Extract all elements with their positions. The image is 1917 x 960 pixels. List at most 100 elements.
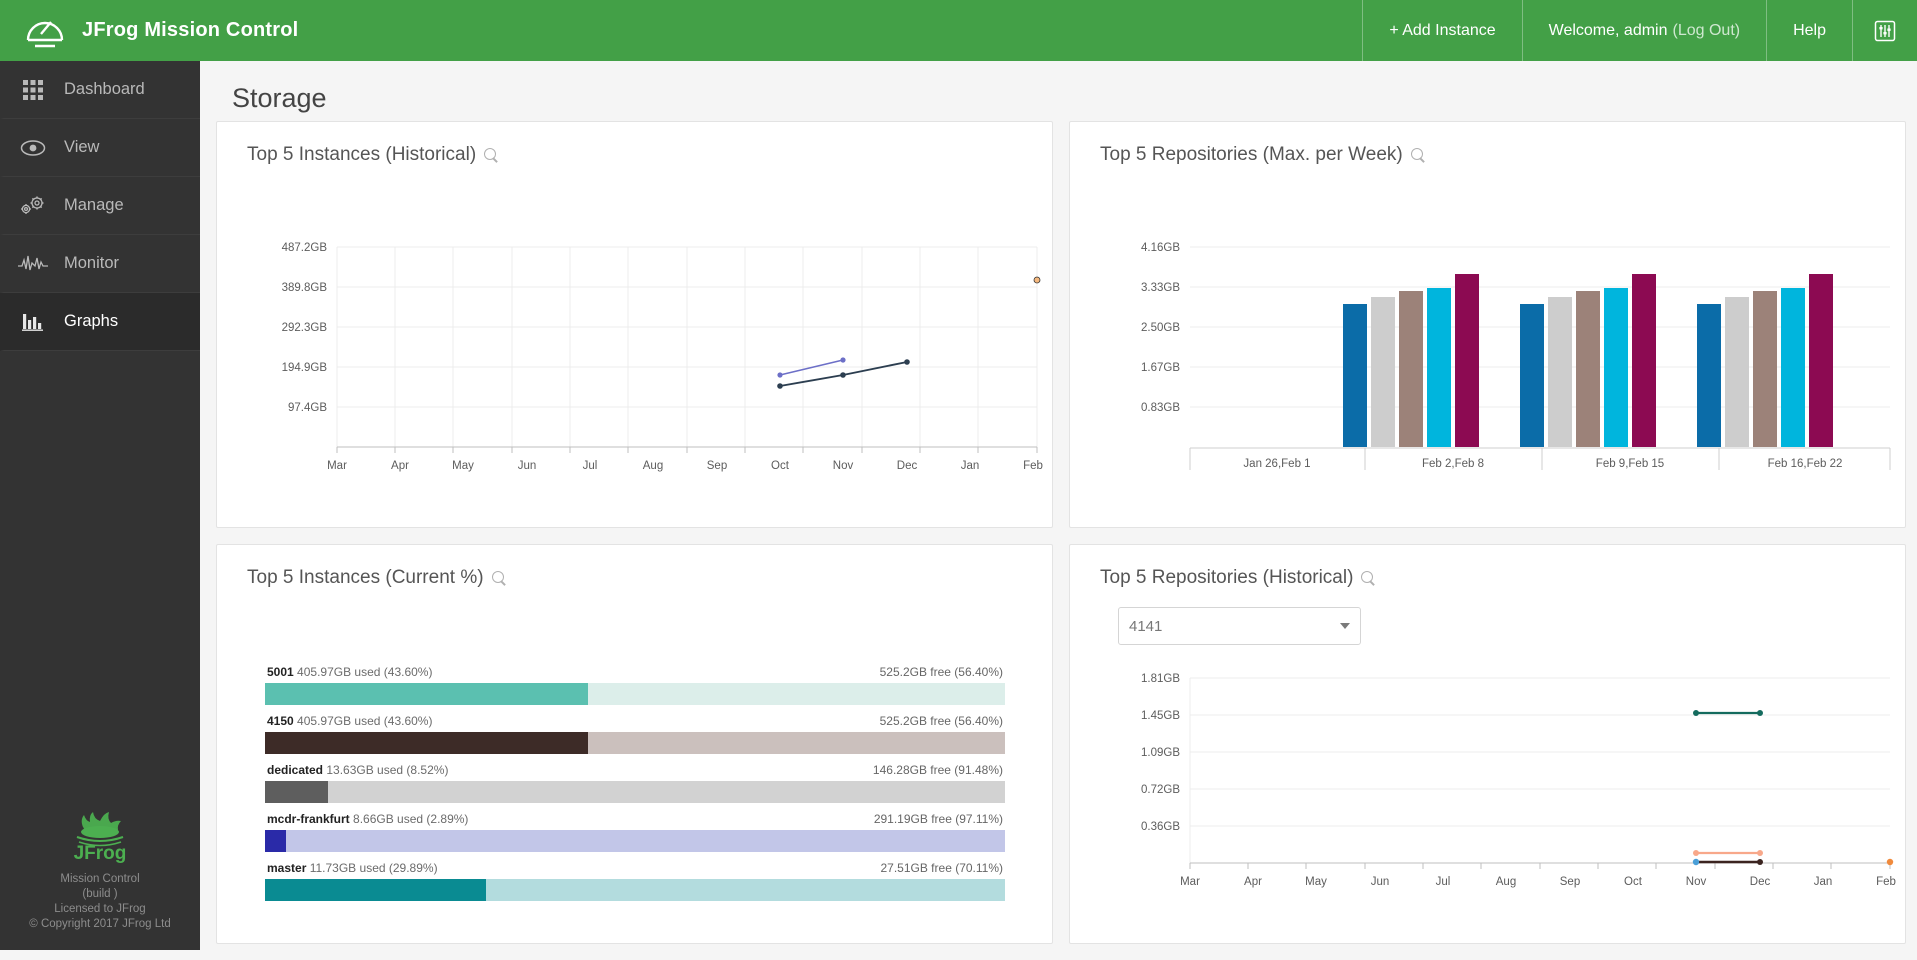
usage-row-free: 27.51GB free (70.11%): [880, 861, 1003, 875]
card-instances-historical: Top 5 Instances (Historical): [216, 121, 1053, 528]
card-title-text: Top 5 Repositories (Max. per Week): [1100, 144, 1403, 166]
usage-row-used: 13.63GB used (8.52%): [326, 763, 448, 777]
usage-row[interactable]: master 11.73GB used (29.89%) 27.51GB fre…: [265, 861, 1005, 901]
svg-text:Jan: Jan: [1814, 876, 1833, 888]
svg-text:Jan: Jan: [961, 460, 980, 472]
svg-text:Oct: Oct: [771, 460, 790, 472]
svg-text:3.33GB: 3.33GB: [1141, 282, 1180, 294]
card-title-text: Top 5 Repositories (Historical): [1100, 567, 1353, 589]
usage-track: [265, 683, 1005, 705]
chart-instances-historical: 487.2GB 389.8GB 292.3GB 194.9GB 97.4GB: [247, 232, 1047, 497]
svg-text:1.67GB: 1.67GB: [1141, 362, 1180, 374]
series-orange: [1034, 277, 1040, 283]
svg-text:4.16GB: 4.16GB: [1141, 242, 1180, 254]
card-instances-current: Top 5 Instances (Current %) 5001 405.97G…: [216, 544, 1053, 944]
magnifier-icon[interactable]: [1361, 571, 1376, 586]
sidebar-item-label: View: [64, 138, 99, 157]
usage-track: [265, 781, 1005, 803]
card-title: Top 5 Repositories (Historical): [1070, 545, 1905, 589]
usage-row-labels: dedicated 13.63GB used (8.52%) 146.28GB …: [265, 763, 1005, 781]
footer-copyright: © Copyright 2017 JFrog Ltd: [0, 917, 200, 932]
svg-text:97.4GB: 97.4GB: [288, 402, 327, 414]
chart-repos-weekly: 4.16GB 3.33GB 2.50GB 1.67GB 0.83GB: [1100, 232, 1900, 497]
svg-text:Apr: Apr: [1244, 876, 1262, 888]
usage-row-free: 291.19GB free (97.11%): [874, 812, 1003, 826]
svg-text:389.8GB: 389.8GB: [282, 282, 328, 294]
page-title: Storage: [200, 61, 1917, 114]
card-title: Top 5 Repositories (Max. per Week): [1070, 122, 1905, 166]
top-nav: + Add Instance Welcome, admin (Log Out) …: [1362, 0, 1917, 61]
usage-row[interactable]: 4150 405.97GB used (43.60%) 525.2GB free…: [265, 714, 1005, 754]
svg-text:Jun: Jun: [1371, 876, 1390, 888]
svg-text:1.81GB: 1.81GB: [1141, 673, 1180, 685]
svg-text:0.72GB: 0.72GB: [1141, 784, 1180, 796]
eye-icon: [18, 135, 48, 161]
footer-build: (build ): [0, 887, 200, 902]
sidebar-item-dashboard[interactable]: Dashboard: [0, 61, 200, 119]
card-repos-weekly: Top 5 Repositories (Max. per Week) 4.16G…: [1069, 121, 1906, 528]
main-content: Storage Top 5 Instances (Historical): [200, 61, 1917, 950]
usage-row-free: 146.28GB free (91.48%): [873, 763, 1003, 777]
svg-text:194.9GB: 194.9GB: [282, 362, 328, 374]
sidebar-item-graphs[interactable]: Graphs: [0, 293, 200, 351]
usage-row[interactable]: mcdr-frankfurt 8.66GB used (2.89%) 291.1…: [265, 812, 1005, 852]
add-instance-button[interactable]: + Add Instance: [1362, 0, 1521, 61]
svg-text:487.2GB: 487.2GB: [282, 242, 328, 254]
speedometer-icon: [24, 10, 66, 52]
usage-row-labels: master 11.73GB used (29.89%) 27.51GB fre…: [265, 861, 1005, 879]
top-bar: JFrog Mission Control + Add Instance Wel…: [0, 0, 1917, 61]
svg-text:0.83GB: 0.83GB: [1141, 402, 1180, 414]
svg-text:Feb: Feb: [1023, 460, 1043, 472]
sidebar-item-manage[interactable]: Manage: [0, 177, 200, 235]
series-blue-dot: [1693, 859, 1699, 865]
svg-text:Feb 9,Feb 15: Feb 9,Feb 15: [1596, 458, 1664, 470]
brand[interactable]: JFrog Mission Control: [0, 0, 1362, 61]
svg-text:Jun: Jun: [518, 460, 537, 472]
usage-row-used: 405.97GB used (43.60%): [297, 714, 432, 728]
svg-text:0.36GB: 0.36GB: [1141, 821, 1180, 833]
svg-text:Sep: Sep: [707, 460, 727, 472]
chevron-down-icon: [1340, 623, 1350, 629]
bar-group: [1343, 274, 1479, 447]
gears-icon: [18, 193, 48, 219]
bar-chart-icon: [18, 309, 48, 335]
series-dark: [777, 359, 910, 389]
usage-track: [265, 879, 1005, 901]
brand-title: JFrog Mission Control: [82, 19, 298, 42]
usage-row-name: 5001: [267, 665, 294, 679]
svg-text:Apr: Apr: [391, 460, 409, 472]
svg-text:1.45GB: 1.45GB: [1141, 710, 1180, 722]
usage-fill: [265, 781, 328, 803]
logout-link[interactable]: (Log Out): [1673, 22, 1741, 40]
grid-icon: [18, 77, 48, 103]
sidebar-item-monitor[interactable]: Monitor: [0, 235, 200, 293]
card-title-text: Top 5 Instances (Current %): [247, 567, 484, 589]
sidebar: Dashboard View: [0, 61, 200, 950]
settings-button[interactable]: [1852, 0, 1917, 61]
sidebar-footer: JFrog Mission Control (build ) Licensed …: [0, 811, 200, 932]
card-title: Top 5 Instances (Current %): [217, 545, 1052, 589]
jfrog-logo: JFrog: [0, 811, 200, 868]
cards-grid: Top 5 Instances (Historical): [216, 121, 1906, 960]
footer-license: Licensed to JFrog: [0, 902, 200, 917]
usage-row[interactable]: dedicated 13.63GB used (8.52%) 146.28GB …: [265, 763, 1005, 803]
welcome-user[interactable]: Welcome, admin (Log Out): [1522, 0, 1766, 61]
sidebar-item-view[interactable]: View: [0, 119, 200, 177]
usage-track: [265, 830, 1005, 852]
svg-text:May: May: [1305, 876, 1327, 888]
sliders-icon: [1873, 19, 1897, 43]
usage-row-name: master: [267, 861, 306, 875]
usage-row-free: 525.2GB free (56.40%): [880, 665, 1003, 679]
magnifier-icon[interactable]: [484, 148, 499, 163]
sidebar-item-label: Manage: [64, 196, 124, 215]
usage-row[interactable]: 5001 405.97GB used (43.60%) 525.2GB free…: [265, 665, 1005, 705]
help-link[interactable]: Help: [1766, 0, 1852, 61]
usage-row-used: 11.73GB used (29.89%): [310, 861, 438, 875]
svg-text:Oct: Oct: [1624, 876, 1643, 888]
magnifier-icon[interactable]: [492, 571, 507, 586]
magnifier-icon[interactable]: [1411, 148, 1426, 163]
svg-text:Aug: Aug: [643, 460, 663, 472]
instance-select[interactable]: 4141: [1118, 607, 1361, 645]
svg-text:Feb: Feb: [1876, 876, 1896, 888]
usage-row-labels: 5001 405.97GB used (43.60%) 525.2GB free…: [265, 665, 1005, 683]
